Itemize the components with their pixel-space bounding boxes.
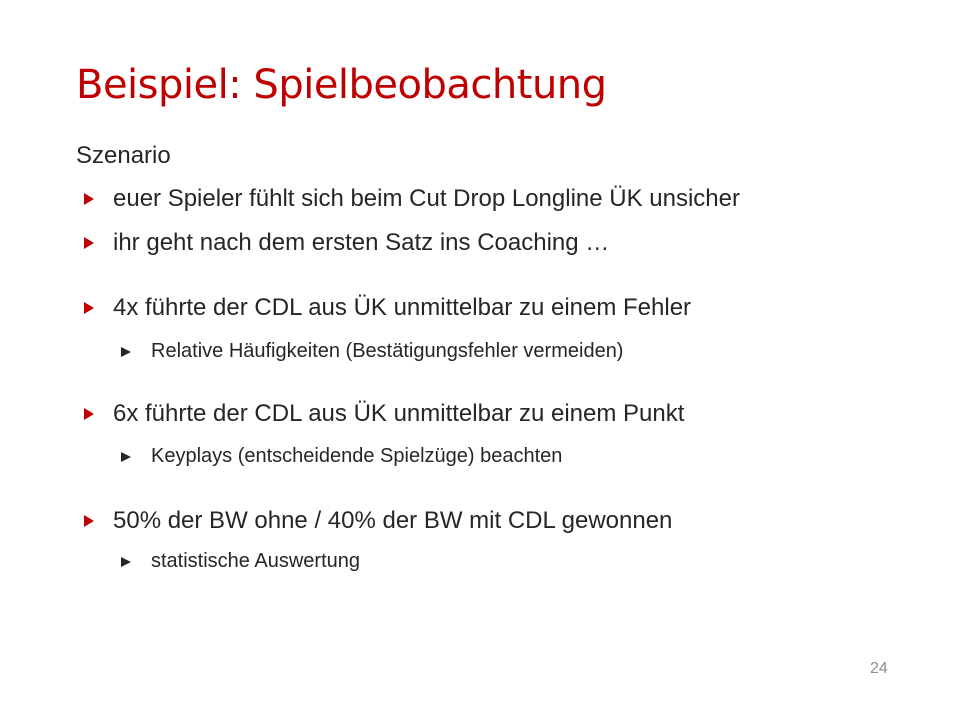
slide-subtitle: Szenario <box>76 142 171 169</box>
bullet-item: 50% der BW ohne / 40% der BW mit CDL gew… <box>84 507 672 535</box>
bullet-text: euer Spieler fühlt sich beim Cut Drop Lo… <box>113 185 740 212</box>
sub-bullet-text: Keyplays (entscheidende Spielzüge) beach… <box>151 445 563 467</box>
bullet-text: 6x führte der CDL aus ÜK unmittelbar zu … <box>113 400 685 427</box>
page-number: 24 <box>870 660 888 677</box>
sub-bullet-text: Relative Häufigkeiten (Bestätigungsfehle… <box>151 340 624 362</box>
bullet-item: ihr geht nach dem ersten Satz ins Coachi… <box>84 229 609 257</box>
sub-bullet-item: Keyplays (entscheidende Spielzüge) beach… <box>121 445 562 468</box>
triangle-bullet-icon <box>84 193 94 205</box>
bullet-item: 4x führte der CDL aus ÜK unmittelbar zu … <box>84 294 691 322</box>
triangle-bullet-icon <box>84 237 94 249</box>
sub-bullet-item: Relative Häufigkeiten (Bestätigungsfehle… <box>121 340 623 363</box>
sub-bullet-text: statistische Auswertung <box>151 550 360 572</box>
sub-bullet-item: statistische Auswertung <box>121 550 360 573</box>
slide: Beispiel: Spielbeobachtung Szenario euer… <box>0 0 960 720</box>
triangle-sub-bullet-icon <box>121 556 131 567</box>
triangle-bullet-icon <box>84 302 94 314</box>
bullet-item: 6x führte der CDL aus ÜK unmittelbar zu … <box>84 400 684 428</box>
triangle-bullet-icon <box>84 408 94 420</box>
bullet-text: 50% der BW ohne / 40% der BW mit CDL gew… <box>113 507 673 534</box>
slide-title: Beispiel: Spielbeobachtung <box>76 62 607 108</box>
bullet-item: euer Spieler fühlt sich beim Cut Drop Lo… <box>84 185 740 213</box>
triangle-sub-bullet-icon <box>121 451 131 462</box>
triangle-bullet-icon <box>84 515 94 527</box>
bullet-text: 4x führte der CDL aus ÜK unmittelbar zu … <box>113 294 692 321</box>
bullet-text: ihr geht nach dem ersten Satz ins Coachi… <box>113 229 610 256</box>
triangle-sub-bullet-icon <box>121 346 131 357</box>
